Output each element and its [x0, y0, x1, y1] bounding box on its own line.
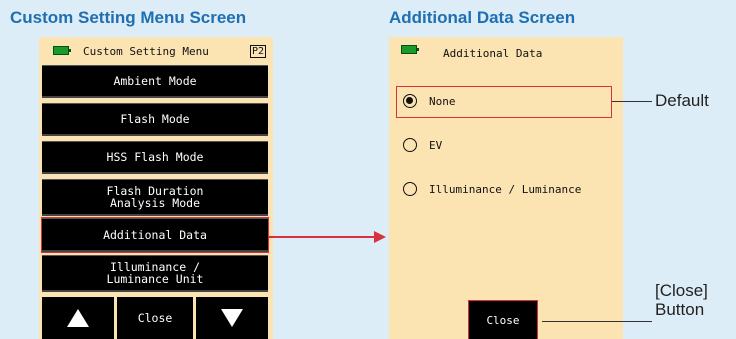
default-highlight-box: [396, 86, 612, 118]
triangle-down-icon: [221, 309, 243, 327]
default-callout-line: [612, 101, 652, 102]
close-callout-label-line1: [Close]: [655, 281, 708, 300]
menu-item-label: Additional Data: [103, 227, 207, 242]
triangle-up-icon: [67, 309, 89, 327]
page-up-button[interactable]: [42, 297, 114, 339]
battery-icon: [53, 46, 71, 55]
arrow-line: [268, 236, 376, 238]
screen-title: Custom Setting Menu: [83, 45, 209, 58]
heading-additional-data-screen: Additional Data Screen: [389, 8, 576, 27]
radio-unselected-icon: [403, 182, 417, 196]
menu-item-label: HSS Flash Mode: [106, 150, 204, 164]
menu-item-label-line2: Analysis Mode: [109, 196, 200, 210]
page-badge: P2: [250, 45, 267, 58]
menu-item-additional-data[interactable]: Additional Data: [41, 217, 269, 253]
menu-item-label: Ambient Mode: [113, 74, 197, 88]
close-callout-line: [542, 321, 652, 322]
page-down-button[interactable]: [196, 297, 268, 339]
menu-item-flash-duration-analysis-mode[interactable]: Flash Duration Analysis Mode: [42, 179, 268, 216]
radio-unselected-icon: [403, 138, 417, 152]
menu-item-label-line2: Luminance Unit: [106, 272, 204, 286]
close-button[interactable]: Close: [117, 297, 193, 339]
option-ev[interactable]: EV: [403, 138, 442, 152]
menu-item-flash-mode[interactable]: Flash Mode: [42, 103, 268, 136]
custom-setting-menu-screen: Custom Setting Menu P2 Ambient Mode Flas…: [39, 37, 273, 339]
top-bar: Custom Setting Menu P2: [49, 41, 271, 59]
close-callout-label-line2: Button: [655, 300, 705, 319]
bottom-bar: Close: [42, 297, 268, 339]
menu-item-label: Flash Mode: [120, 112, 190, 126]
screen-title: Additional Data: [443, 47, 543, 60]
option-label: Illuminance / Luminance: [429, 182, 582, 196]
heading-custom-setting-menu-screen: Custom Setting Menu Screen: [10, 8, 247, 27]
default-callout-label: Default: [655, 91, 709, 110]
additional-data-screen: Additional Data None EV Illuminance / Lu…: [389, 37, 623, 339]
option-label: EV: [429, 138, 443, 152]
battery-icon: [401, 45, 419, 54]
close-button[interactable]: Close: [468, 300, 538, 339]
menu-item-hss-flash-mode[interactable]: HSS Flash Mode: [42, 141, 268, 174]
option-illuminance-luminance[interactable]: Illuminance / Luminance: [403, 182, 581, 196]
arrow-head-icon: [374, 231, 386, 243]
menu-item-illuminance-luminance-unit[interactable]: Illuminance / Luminance Unit: [42, 255, 268, 292]
menu-item-ambient-mode[interactable]: Ambient Mode: [42, 65, 268, 98]
